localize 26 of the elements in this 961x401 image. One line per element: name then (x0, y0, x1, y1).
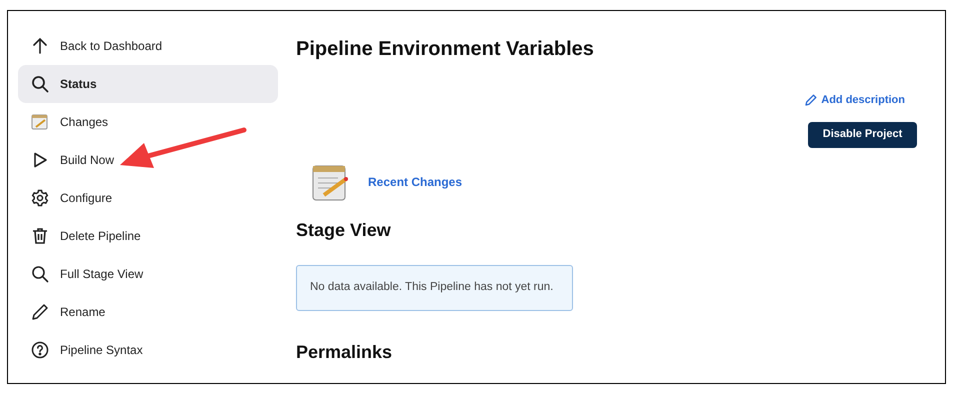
sidebar-item[interactable]: Delete Pipeline (18, 217, 278, 255)
search-icon (31, 75, 49, 93)
section-heading: Stage View (296, 218, 392, 240)
sidebar-item[interactable]: Rename (18, 293, 278, 331)
info-message: No data available. This Pipeline has not yet run. (310, 280, 554, 295)
sidebar-item[interactable]: Pipeline Syntax (18, 331, 278, 369)
sidebar-item[interactable]: Back to Dashboard (18, 27, 278, 65)
settings-icon (31, 189, 49, 207)
pencil-icon (31, 303, 49, 321)
pencil-icon (805, 94, 818, 106)
recent-changes-link[interactable]: Recent Changes (368, 172, 462, 190)
sidebar-item[interactable]: Full Stage View (18, 255, 278, 293)
add-description-link[interactable]: Add description (805, 92, 905, 108)
sidebar-item[interactable]: Build Now (18, 141, 278, 179)
section-heading: Permalinks (296, 340, 394, 362)
notepad-icon (31, 113, 49, 131)
disable-project-button[interactable]: Disable Project (808, 122, 917, 148)
trash-icon (31, 227, 49, 245)
sidebar-item[interactable]: Configure (18, 179, 278, 217)
search-icon (31, 265, 49, 283)
page-title: Pipeline Environment Variables (296, 37, 595, 61)
help-icon (31, 341, 49, 359)
sidebar-item[interactable]: Changes (18, 103, 278, 141)
play-icon (31, 151, 49, 169)
sidebar-item[interactable]: Status (18, 65, 278, 103)
up-arrow-icon (31, 37, 49, 55)
